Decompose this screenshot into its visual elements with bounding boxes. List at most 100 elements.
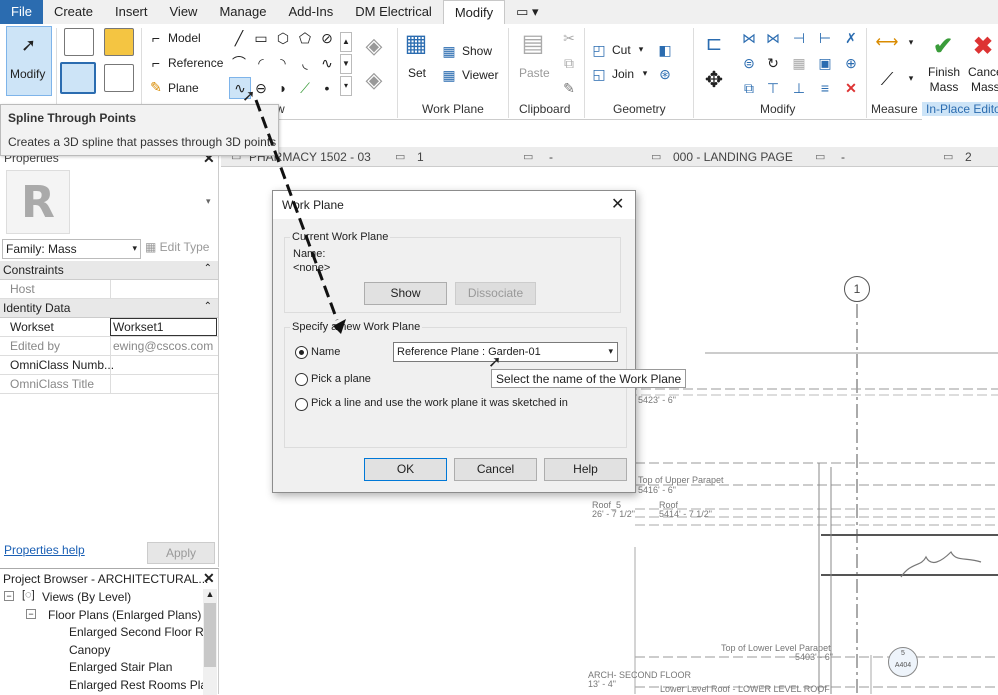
tree-item-enlarged-second-floor[interactable]: Enlarged Second Floor R	[69, 625, 204, 639]
tab-dash-1[interactable]: -	[549, 150, 553, 164]
family-selector[interactable]: Family: Mass ▾	[2, 239, 141, 259]
cut-dropdown-icon[interactable]: ▾	[636, 43, 646, 55]
align-icon[interactable]: ⊏	[700, 30, 728, 58]
tab-view-icon[interactable]: ▭	[815, 150, 825, 163]
arc-tangent-icon[interactable]: ◝	[274, 54, 292, 72]
mass-in-place-icon[interactable]	[60, 62, 96, 94]
show-button[interactable]: Show	[364, 282, 447, 305]
tree-item-floor-plans[interactable]: Floor Plans (Enlarged Plans)	[48, 608, 201, 622]
reference-label[interactable]: Reference	[168, 56, 223, 70]
help-button[interactable]: Help	[544, 458, 627, 481]
tree-item-enlarged-stair[interactable]: Enlarged Stair Plan	[69, 660, 172, 674]
family-icon[interactable]	[104, 28, 134, 56]
scroll-up-icon[interactable]: ▲	[340, 32, 352, 52]
name-radio[interactable]	[295, 346, 308, 359]
wall-joins-icon[interactable]: ◧	[656, 41, 674, 59]
pin-icon[interactable]: ⊕	[842, 54, 860, 72]
copy-element-icon[interactable]: ⧉	[740, 79, 758, 97]
tree-item-views[interactable]: Views (By Level)	[42, 590, 131, 604]
finish-mass-label[interactable]: Finish Mass	[928, 65, 960, 95]
arc-start-end-icon[interactable]: ⌒	[230, 54, 248, 72]
pick-plane-radio[interactable]	[295, 373, 308, 386]
polygon-draw-icon[interactable]: ⬡	[274, 29, 292, 47]
trim-single-icon[interactable]: ⊥	[790, 79, 808, 97]
tab-view-icon[interactable]: ▭	[651, 150, 661, 163]
line-draw-icon[interactable]: ╱	[230, 29, 248, 47]
constraints-section[interactable]: Constraints ⌃	[0, 261, 218, 280]
scroll-up-arrow-icon[interactable]: ▲	[203, 589, 217, 599]
measure-distance-icon[interactable]: ⟷	[872, 32, 902, 54]
dimension-dropdown-icon[interactable]: ▾	[906, 72, 916, 84]
offset-icon[interactable]: ⊜	[740, 54, 758, 72]
cancel-mass-icon[interactable]: ✖	[970, 34, 996, 60]
plane-label[interactable]: Plane	[168, 81, 199, 95]
tab-landing-page[interactable]: 000 - LANDING PAGE	[673, 150, 793, 164]
measure-dropdown-icon[interactable]: ▾	[906, 36, 916, 48]
scale-icon[interactable]: ▣	[816, 54, 834, 72]
menu-modify[interactable]: Modify	[442, 0, 506, 24]
point-icon[interactable]: •	[318, 79, 336, 97]
menu-create[interactable]: Create	[43, 0, 104, 24]
menu-manage[interactable]: Manage	[208, 0, 277, 24]
apply-button[interactable]: Apply	[147, 542, 215, 564]
show-work-plane-icon[interactable]: ▦	[440, 42, 458, 60]
tab-1[interactable]: 1	[417, 150, 424, 164]
menu-view[interactable]: View	[159, 0, 209, 24]
grid-bubble[interactable]: 1	[844, 276, 870, 302]
component-icon[interactable]	[104, 64, 134, 92]
spline-icon[interactable]: ∿	[318, 54, 336, 72]
join-label[interactable]: Join	[612, 67, 634, 81]
arc-center-icon[interactable]: ◜	[252, 54, 270, 72]
tab-dash-2[interactable]: -	[841, 150, 845, 164]
cancel-mass-label[interactable]: Cance Mass	[968, 65, 998, 95]
rectangle-draw-icon[interactable]: ▭	[252, 29, 270, 47]
pick-line-radio[interactable]	[295, 398, 308, 411]
move-icon[interactable]: ✥	[700, 66, 728, 94]
paste-label[interactable]: Paste	[519, 66, 550, 80]
paste-icon[interactable]: ▤	[518, 29, 548, 59]
fillet-arc-icon[interactable]: ◟	[296, 54, 314, 72]
scroll-down-icon[interactable]: ▼	[340, 54, 352, 74]
menu-dm-electrical[interactable]: DM Electrical	[344, 0, 443, 24]
split-element-icon[interactable]: ⊣	[790, 29, 808, 47]
point-element-icon[interactable]: ⟋	[296, 79, 314, 97]
form-dropdown-icon[interactable]: ◈	[358, 66, 390, 94]
set-work-plane-icon[interactable]: ▦	[402, 30, 430, 58]
partial-ellipse-icon[interactable]: ◗	[274, 79, 292, 97]
dissociate-button[interactable]: Dissociate	[455, 282, 536, 305]
paint-icon[interactable]: ⊛	[656, 65, 674, 83]
model-label[interactable]: Model	[168, 31, 201, 45]
browser-scrollbar[interactable]: ▲	[203, 589, 217, 695]
tree-collapse-icon[interactable]: −	[4, 591, 14, 601]
cut-clipboard-icon[interactable]: ✂	[560, 29, 578, 47]
cut-label[interactable]: Cut	[612, 43, 631, 57]
pick-line-label[interactable]: Pick a line and use the work plane it wa…	[311, 397, 568, 409]
unpin-icon[interactable]: ✗	[842, 29, 860, 47]
dimension-icon[interactable]: ⟋	[872, 64, 902, 94]
tab-2[interactable]: 2	[965, 150, 972, 164]
model-line-icon[interactable]: ⌐	[148, 30, 164, 46]
plane-icon[interactable]: ✎	[148, 79, 164, 95]
quick-access-dropdown-icon[interactable]: ▭ ▾	[505, 0, 549, 24]
array-icon[interactable]: ▦	[790, 54, 808, 72]
work-plane-dropdown[interactable]: Reference Plane : Garden-01 ▾	[393, 342, 618, 362]
properties-help-link[interactable]: Properties help	[4, 543, 85, 557]
split-gap-icon[interactable]: ⊢	[816, 29, 834, 47]
pick-plane-label[interactable]: Pick a plane	[311, 373, 371, 385]
scroll-expand-icon[interactable]: ▾	[340, 76, 352, 96]
scrollbar-thumb[interactable]	[204, 603, 216, 667]
tab-view-icon[interactable]: ▭	[943, 150, 953, 163]
trim-extend-icon[interactable]: ⊤	[764, 79, 782, 97]
create-form-icon[interactable]: ◈	[358, 32, 390, 60]
tab-view-icon[interactable]: ▭	[523, 150, 533, 163]
name-radio-label[interactable]: Name	[311, 346, 340, 358]
section-marker[interactable]: 5 A404	[888, 647, 918, 677]
join-geometry-icon[interactable]: ◱	[590, 65, 608, 83]
viewer-icon[interactable]: ▦	[440, 66, 458, 84]
viewer-label[interactable]: Viewer	[462, 68, 498, 82]
type-selector-dropdown-icon[interactable]: ▾	[206, 196, 211, 207]
finish-mass-icon[interactable]: ✔	[930, 34, 956, 60]
show-label[interactable]: Show	[462, 44, 492, 58]
set-label[interactable]: Set	[408, 66, 426, 80]
trim-multiple-icon[interactable]: ≡	[816, 79, 834, 97]
